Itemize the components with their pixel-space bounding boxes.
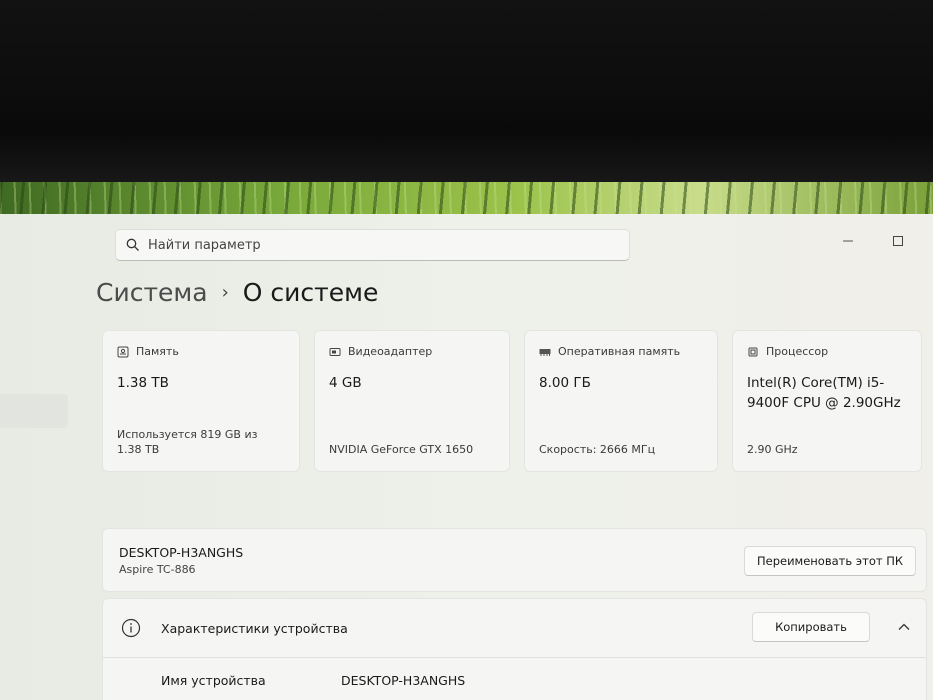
divider (103, 657, 926, 658)
chevron-up-icon[interactable] (896, 619, 912, 635)
storage-icon (117, 346, 129, 357)
card-label: Видеоадаптер (348, 345, 433, 358)
cpu-icon (748, 347, 758, 356)
device-specs-header[interactable]: Характеристики устройства Копировать (103, 599, 926, 657)
minimize-icon (843, 240, 853, 242)
card-label: Память (136, 345, 179, 358)
spec-value: DESKTOP-H3ANGHS (341, 673, 466, 688)
card-value: Intel(R) Core(TM) i5-9400F CPU @ 2.90GHz (747, 375, 901, 411)
card-sub: Используется 819 GB из 1.38 TB (117, 428, 258, 456)
device-name: DESKTOP-H3ANGHS (119, 545, 244, 560)
window-controls (841, 234, 905, 248)
device-model: Aspire TC-886 (119, 563, 196, 576)
search-input[interactable] (148, 237, 608, 253)
device-specs-title: Характеристики устройства (161, 621, 348, 636)
maximize-button[interactable] (891, 234, 905, 248)
maximize-icon (893, 236, 903, 246)
device-specs-panel: Характеристики устройства Копировать Имя… (102, 598, 927, 700)
card-cpu[interactable]: Процессор Intel(R) Core(TM) i5-9400F CPU… (732, 330, 922, 472)
card-value: 1.38 TB (117, 375, 169, 391)
navigation-pane (0, 214, 90, 700)
monitor-bezel (0, 0, 933, 190)
card-label: Оперативная память (558, 345, 681, 358)
card-label: Процессор (766, 345, 829, 358)
page-title: О системе (242, 278, 379, 307)
summary-cards: Память 1.38 TB Используется 819 GB из 1.… (102, 330, 922, 474)
rename-pc-button[interactable]: Переименовать этот ПК (744, 546, 916, 576)
search-box[interactable] (115, 229, 630, 261)
spec-row: Имя устройства DESKTOP-H3ANGHS (161, 673, 465, 688)
nav-selected-item[interactable] (0, 394, 68, 428)
device-name-panel: DESKTOP-H3ANGHS Aspire TC-886 Переименов… (102, 528, 927, 592)
minimize-button[interactable] (841, 234, 855, 248)
breadcrumb: Система › О системе (96, 278, 378, 307)
chevron-right-icon: › (221, 282, 229, 303)
card-sub: Скорость: 2666 МГц (539, 443, 656, 456)
ram-icon (539, 348, 551, 356)
card-gpu[interactable]: Видеоадаптер 4 GB NVIDIA GeForce GTX 165… (314, 330, 510, 472)
card-sub: 2.90 GHz (747, 443, 798, 456)
card-value: 4 GB (329, 375, 362, 391)
copy-button[interactable]: Копировать (752, 612, 870, 642)
card-storage[interactable]: Память 1.38 TB Используется 819 GB из 1.… (102, 330, 300, 472)
card-ram[interactable]: Оперативная память 8.00 ГБ Скорость: 266… (524, 330, 718, 472)
breadcrumb-parent[interactable]: Система (96, 278, 208, 307)
search-icon (126, 238, 139, 251)
spec-key: Имя устройства (161, 673, 266, 688)
settings-window: Система › О системе Память 1.38 TB Испол… (0, 214, 933, 700)
info-icon (121, 618, 141, 638)
card-sub: NVIDIA GeForce GTX 1650 (329, 443, 474, 456)
gpu-icon (329, 347, 341, 356)
card-value: 8.00 ГБ (539, 375, 591, 391)
